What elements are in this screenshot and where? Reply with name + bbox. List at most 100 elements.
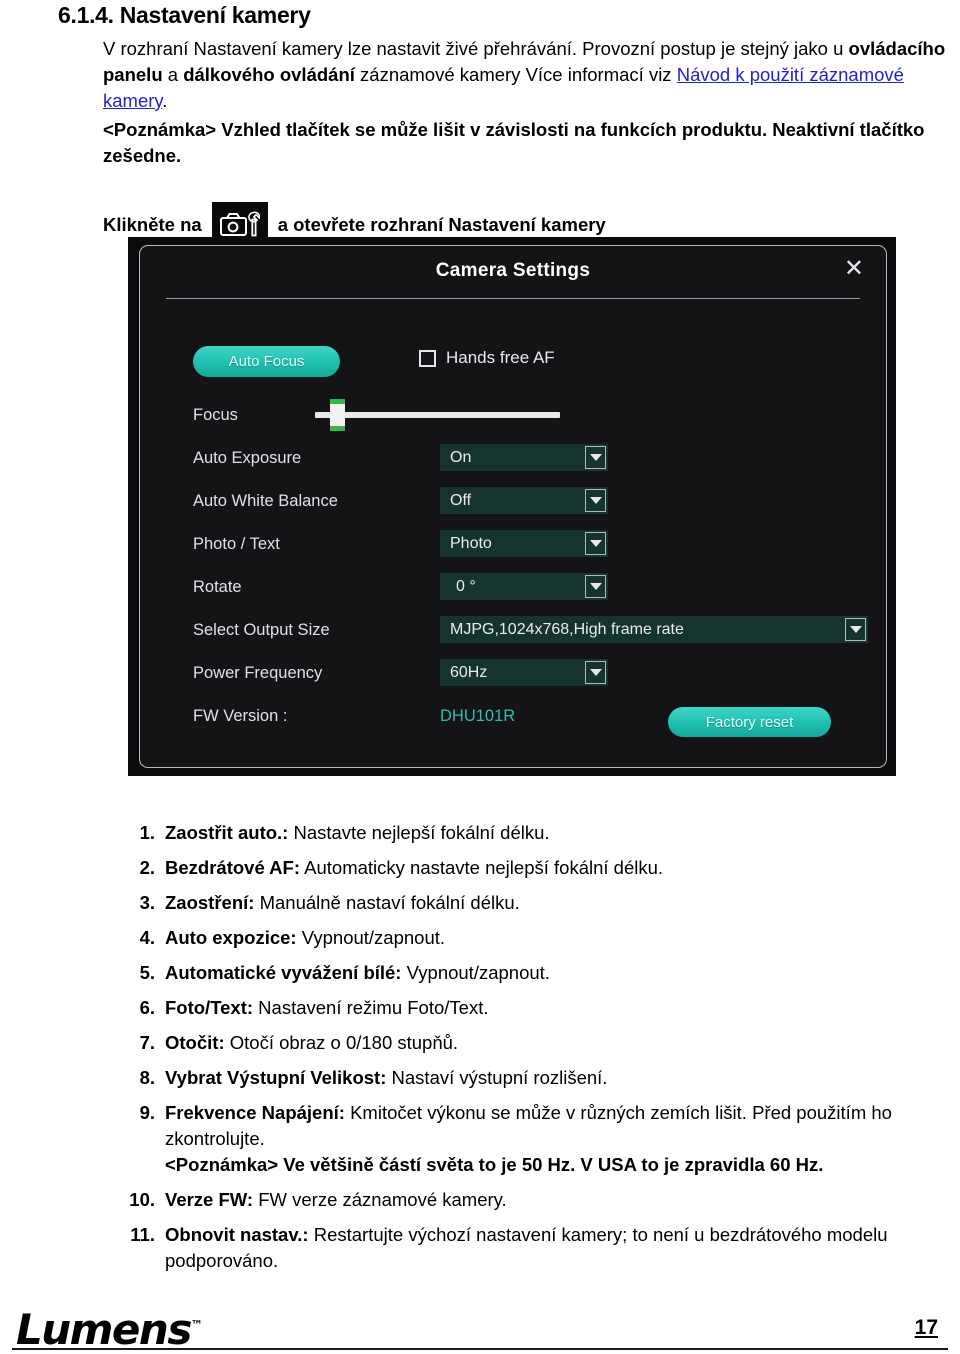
- intro-text-2: a: [162, 64, 184, 85]
- list-item: 3. Zaostření: Manuálně nastaví fokální d…: [0, 890, 960, 916]
- power-frequency-label: Power Frequency: [193, 664, 323, 682]
- photo-text-label: Photo / Text: [193, 535, 280, 553]
- auto-focus-button[interactable]: Auto Focus: [193, 346, 340, 377]
- auto-white-balance-value: Off: [450, 491, 472, 509]
- select-output-size-value: MJPG,1024x768,High frame rate: [450, 620, 684, 638]
- list-item-number: 5.: [139, 962, 155, 983]
- list-item: 11. Obnovit nastav.: Restartujte výchozí…: [0, 1222, 960, 1274]
- list-item-desc: Vypnout/zapnout.: [296, 927, 446, 948]
- list-item-number: 4.: [139, 927, 155, 948]
- click-instruction-suffix: a otevřete rozhraní Nastavení kamery: [277, 214, 606, 235]
- hands-free-af-label: Hands free AF: [446, 348, 555, 367]
- list-item-number: 1.: [139, 822, 155, 843]
- dialog-body: Auto Focus Hands free AF Focus Auto Expo…: [140, 306, 886, 767]
- document-page: 6.1.4. Nastavení kamery V rozhraní Nastav…: [0, 0, 960, 1354]
- focus-slider-track[interactable]: [315, 412, 560, 418]
- list-item-term: Obnovit nastav.:: [165, 1224, 309, 1245]
- list-item-text: Foto/Text: Nastavení režimu Foto/Text.: [165, 995, 925, 1021]
- list-item-desc: Nastavte nejlepší fokální délku.: [288, 822, 550, 843]
- list-item-desc: Automaticky nastavte nejlepší fokální dé…: [300, 857, 664, 878]
- list-item-term: Otočit:: [165, 1032, 225, 1053]
- list-item-term: Frekvence Napájení:: [165, 1102, 345, 1123]
- chevron-down-icon[interactable]: [845, 618, 866, 641]
- focus-slider-handle[interactable]: [330, 399, 345, 431]
- list-item-number: 11.: [130, 1224, 155, 1245]
- list-item-term: Automatické vyvážení bílé:: [165, 962, 402, 983]
- hands-free-af-checkbox-row[interactable]: Hands free AF: [419, 348, 555, 368]
- list-item-desc: Manuálně nastaví fokální délku.: [254, 892, 520, 913]
- chevron-down-icon[interactable]: [585, 575, 606, 598]
- list-item-text: Obnovit nastav.: Restartujte výchozí nas…: [165, 1222, 925, 1274]
- auto-white-balance-dropdown[interactable]: Off: [440, 487, 608, 514]
- intro-bold-2: dálkového ovládání: [183, 64, 355, 85]
- list-item-note: <Poznámka> Ve většině částí světa to je …: [165, 1154, 824, 1175]
- list-item: 9. Frekvence Napájení: Kmitočet výkonu s…: [0, 1100, 960, 1178]
- list-item-number: 2.: [139, 857, 155, 878]
- dialog-title: Camera Settings: [435, 260, 591, 281]
- list-item-text: Verze FW: FW verze záznamové kamery.: [165, 1187, 925, 1213]
- list-item-text: Frekvence Napájení: Kmitočet výkonu se m…: [165, 1100, 925, 1178]
- list-item: 2. Bezdrátové AF: Automaticky nastavte n…: [0, 855, 960, 881]
- hands-free-af-checkbox[interactable]: [419, 349, 436, 367]
- list-item-desc: FW verze záznamové kamery.: [253, 1189, 507, 1210]
- chevron-down-icon[interactable]: [585, 489, 606, 512]
- chevron-down-icon[interactable]: [585, 532, 606, 555]
- click-instruction-prefix: Klikněte na: [103, 214, 202, 235]
- auto-exposure-value: On: [450, 448, 472, 466]
- lumens-logo: Lumens™: [16, 1305, 203, 1354]
- list-item-number: 10.: [129, 1189, 155, 1210]
- lumens-logo-text: Lumens: [16, 1305, 192, 1354]
- power-frequency-value: 60Hz: [450, 663, 488, 681]
- list-item-text: Automatické vyvážení bílé: Vypnout/zapno…: [165, 960, 925, 986]
- list-item-term: Zaostřit auto.:: [165, 822, 289, 843]
- note-paragraph: <Poznámka> Vzhled tlačítek se může lišit…: [103, 119, 925, 166]
- list-item-term: Auto expozice:: [165, 927, 297, 948]
- page-heading: 6.1.4. Nastavení kamery: [58, 2, 311, 29]
- list-item-text: Auto expozice: Vypnout/zapnout.: [165, 925, 925, 951]
- list-item: 10. Verze FW: FW verze záznamové kamery.: [0, 1187, 960, 1213]
- focus-label: Focus: [193, 406, 238, 424]
- auto-white-balance-label: Auto White Balance: [193, 492, 338, 510]
- list-item-desc: Nastaví výstupní rozlišení.: [386, 1067, 608, 1088]
- rotate-dropdown[interactable]: 0 °: [440, 573, 608, 600]
- fw-version-value: DHU101R: [440, 707, 516, 725]
- heading-title: Nastavení kamery: [119, 2, 311, 28]
- list-item-number: 9.: [139, 1102, 155, 1123]
- list-item-text: Otočit: Otočí obraz o 0/180 stupňů.: [165, 1030, 925, 1056]
- intro-text-1: V rozhraní Nastavení kamery lze nastavit…: [103, 38, 849, 59]
- chevron-down-icon[interactable]: [585, 661, 606, 684]
- auto-exposure-dropdown[interactable]: On: [440, 444, 608, 471]
- list-item-desc: Nastavení režimu Foto/Text.: [253, 997, 489, 1018]
- list-item-number: 8.: [139, 1067, 155, 1088]
- page-number: 17: [914, 1316, 938, 1339]
- camera-settings-dialog: Camera Settings ✕ Auto Focus Hands free …: [128, 237, 896, 776]
- list-item-desc: Otočí obraz o 0/180 stupňů.: [224, 1032, 459, 1053]
- footer-divider: [12, 1348, 948, 1350]
- list-item-term: Vybrat Výstupní Velikost:: [165, 1067, 387, 1088]
- fw-version-label: FW Version :: [193, 707, 288, 725]
- photo-text-value: Photo: [450, 534, 492, 552]
- select-output-size-label: Select Output Size: [193, 621, 330, 639]
- rotate-value: 0 °: [456, 577, 476, 595]
- list-item-text: Vybrat Výstupní Velikost: Nastaví výstup…: [165, 1065, 925, 1091]
- list-item: 4. Auto expozice: Vypnout/zapnout.: [0, 925, 960, 951]
- list-item-text: Bezdrátové AF: Automaticky nastavte nejl…: [165, 855, 925, 881]
- auto-exposure-label: Auto Exposure: [193, 449, 302, 467]
- settings-description-list: 1. Zaostřit auto.: Nastavte nejlepší fok…: [0, 820, 960, 1283]
- intro-text-3: záznamové kamery Více informací viz: [354, 64, 677, 85]
- intro-text-4: .: [162, 90, 168, 111]
- list-item-desc: Vypnout/zapnout.: [401, 962, 550, 983]
- list-item-text: Zaostření: Manuálně nastaví fokální délk…: [165, 890, 925, 916]
- list-item-term: Bezdrátové AF:: [165, 857, 301, 878]
- list-item-text: Zaostřit auto.: Nastavte nejlepší fokáln…: [165, 820, 925, 846]
- list-item: 5. Automatické vyvážení bílé: Vypnout/za…: [0, 960, 960, 986]
- factory-reset-button[interactable]: Factory reset: [668, 707, 831, 737]
- list-item: 1. Zaostřit auto.: Nastavte nejlepší fok…: [0, 820, 960, 846]
- trademark-symbol: ™: [190, 1318, 203, 1332]
- close-icon[interactable]: ✕: [844, 257, 864, 281]
- chevron-down-icon[interactable]: [585, 446, 606, 469]
- photo-text-dropdown[interactable]: Photo: [440, 530, 608, 557]
- select-output-size-dropdown[interactable]: MJPG,1024x768,High frame rate: [440, 616, 868, 643]
- list-item-number: 3.: [139, 892, 155, 913]
- power-frequency-dropdown[interactable]: 60Hz: [440, 659, 608, 686]
